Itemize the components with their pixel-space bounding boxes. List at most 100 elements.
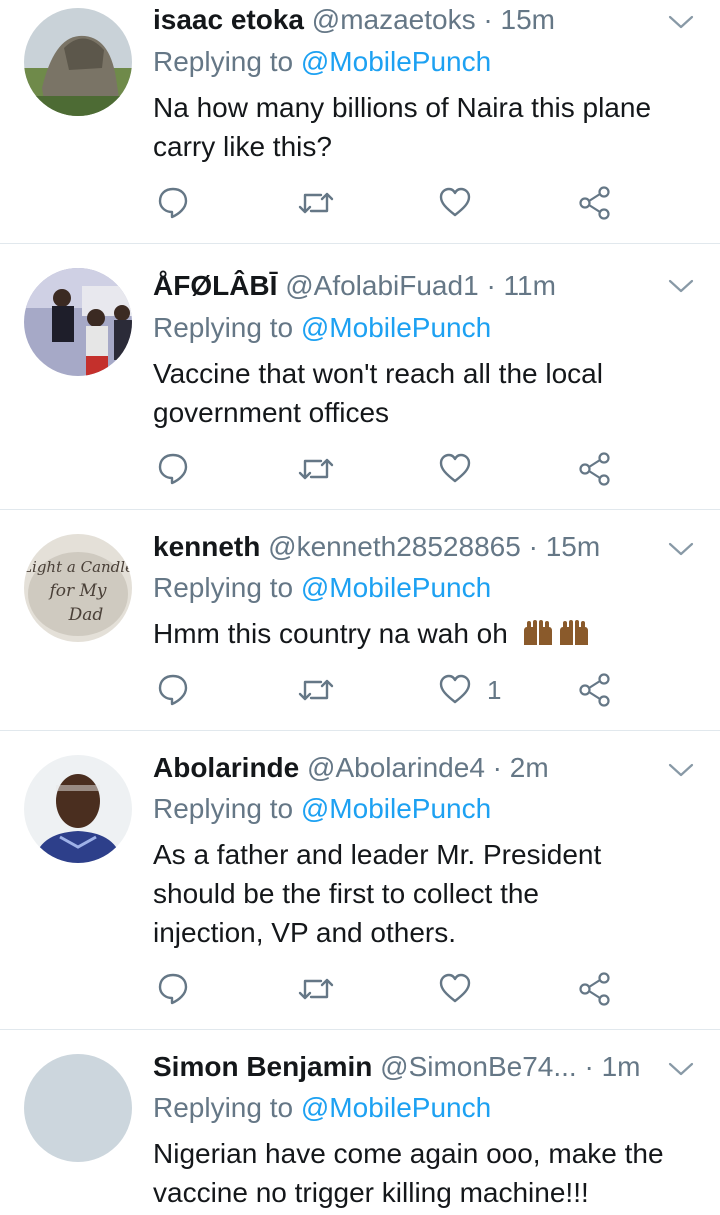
retweet-icon — [298, 192, 334, 214]
user-handle[interactable]: @kenneth28528865 — [268, 531, 521, 562]
tweet-header: isaac etoka @mazaetoks · 15m — [153, 3, 670, 37]
user-handle[interactable]: @mazaetoks — [312, 4, 476, 35]
chevron-down-icon[interactable] — [668, 539, 694, 559]
share-icon — [579, 186, 610, 220]
reply-icon — [158, 187, 188, 219]
chevron-down-icon[interactable] — [668, 760, 694, 780]
tweet-card[interactable]: Abolarinde @Abolarinde4 · 2m Replying to… — [0, 730, 720, 1030]
avatar[interactable] — [24, 1054, 132, 1162]
display-name[interactable]: Abolarinde — [153, 752, 299, 783]
retweet-icon — [298, 679, 334, 701]
reply-button[interactable] — [157, 673, 189, 707]
mention-link[interactable]: @MobilePunch — [301, 793, 491, 824]
avatar-image — [24, 8, 132, 116]
avatar[interactable]: Light a Candle for My Dad — [24, 534, 132, 642]
timestamp[interactable]: 15m — [546, 531, 600, 562]
tweet-text: Vaccine that won't reach all the local g… — [153, 354, 690, 432]
heart-icon — [439, 973, 471, 1003]
user-handle[interactable]: @Abolarinde4 — [307, 752, 485, 783]
replying-to-label: Replying to — [153, 793, 294, 824]
avatar-text: Dad — [68, 605, 104, 625]
avatar-text: for My — [47, 581, 106, 601]
tweet-card[interactable]: ÅFØLÂBĪ @AfolabiFuad1 · 11m Replying to … — [0, 243, 720, 510]
display-name[interactable]: isaac etoka — [153, 4, 304, 35]
mention-link[interactable]: @MobilePunch — [301, 572, 491, 603]
avatar-image — [24, 1054, 132, 1162]
heart-icon — [439, 674, 471, 704]
retweet-icon — [298, 458, 334, 480]
user-handle[interactable]: @SimonBe74... — [380, 1051, 577, 1082]
tweet-card[interactable]: Light a Candle for My Dad kenneth @kenne… — [0, 509, 720, 731]
timestamp[interactable]: 2m — [510, 752, 549, 783]
reply-button[interactable] — [157, 452, 189, 486]
retweet-button[interactable] — [297, 186, 335, 220]
retweet-button[interactable] — [297, 452, 335, 486]
replying-to: Replying to @MobilePunch — [153, 792, 491, 826]
mention-link[interactable]: @MobilePunch — [301, 46, 491, 77]
tweet-text-line: government offices — [153, 397, 390, 428]
chevron-down-icon[interactable] — [668, 276, 694, 296]
timestamp[interactable]: 15m — [501, 4, 555, 35]
heart-icon — [439, 453, 471, 483]
tweet-text-line: As a father and leader Mr. President — [153, 839, 602, 870]
avatar[interactable] — [24, 268, 132, 376]
raised-hands-emoji — [523, 620, 588, 645]
avatar-image: Light a Candle for My Dad — [24, 534, 132, 642]
avatar[interactable] — [24, 755, 132, 863]
avatar-text: Light a Candle — [24, 558, 132, 576]
like-button[interactable] — [438, 452, 472, 486]
tweet-header: ÅFØLÂBĪ @AfolabiFuad1 · 11m — [153, 269, 670, 303]
tweet-header: Abolarinde @Abolarinde4 · 2m — [153, 751, 670, 785]
user-handle[interactable]: @AfolabiFuad1 — [285, 270, 478, 301]
display-name[interactable]: kenneth — [153, 531, 260, 562]
share-button[interactable] — [578, 186, 612, 220]
display-name[interactable]: ÅFØLÂBĪ — [153, 270, 277, 301]
avatar-image — [24, 268, 132, 376]
like-button[interactable] — [438, 186, 472, 220]
tweet-text: Nigerian have come again ooo, make the v… — [153, 1134, 690, 1212]
share-button[interactable] — [578, 673, 612, 707]
replying-to-label: Replying to — [153, 1092, 294, 1123]
separator-dot: · — [486, 270, 496, 301]
timestamp[interactable]: 11m — [504, 270, 556, 301]
reply-icon — [158, 973, 188, 1005]
mention-link[interactable]: @MobilePunch — [301, 1092, 491, 1123]
mention-link[interactable]: @MobilePunch — [301, 312, 491, 343]
replying-to-label: Replying to — [153, 46, 294, 77]
reply-button[interactable] — [157, 186, 189, 220]
avatar[interactable] — [24, 8, 132, 116]
replying-to: Replying to @MobilePunch — [153, 571, 491, 605]
retweet-button[interactable] — [297, 972, 335, 1006]
share-icon — [579, 673, 610, 707]
share-button[interactable] — [578, 452, 612, 486]
like-button[interactable] — [438, 673, 472, 707]
like-button[interactable] — [438, 972, 472, 1006]
display-name[interactable]: Simon Benjamin — [153, 1051, 372, 1082]
share-button[interactable] — [578, 972, 612, 1006]
retweet-button[interactable] — [297, 673, 335, 707]
tweet-text-line: vaccine no trigger killing machine!!! — [153, 1177, 589, 1208]
chevron-down-icon[interactable] — [668, 1059, 694, 1079]
chevron-down-icon[interactable] — [668, 12, 694, 32]
tweet-text: Na how many billions of Naira this plane… — [153, 88, 690, 166]
action-bar — [0, 186, 720, 220]
timestamp[interactable]: 1m — [602, 1051, 641, 1082]
retweet-icon — [298, 978, 334, 1000]
tweet-text-line: Hmm this country na wah oh — [153, 618, 508, 649]
tweet-text-line: should be the first to collect the — [153, 878, 539, 909]
tweet-text: As a father and leader Mr. President sho… — [153, 835, 690, 952]
tweet-card[interactable]: Simon Benjamin @SimonBe74... · 1m Replyi… — [0, 1029, 720, 1215]
replying-to: Replying to @MobilePunch — [153, 311, 491, 345]
reply-icon — [158, 453, 188, 485]
replying-to-label: Replying to — [153, 312, 294, 343]
share-icon — [579, 972, 610, 1006]
tweet-card[interactable]: isaac etoka @mazaetoks · 15m Replying to… — [0, 0, 720, 244]
tweet-text-line: Na how many billions of Naira this plane — [153, 92, 652, 123]
action-bar — [0, 972, 720, 1006]
separator-dot: · — [528, 531, 538, 562]
reply-button[interactable] — [157, 972, 189, 1006]
like-count: 1 — [487, 675, 502, 705]
action-bar: 1 — [0, 673, 720, 707]
heart-icon — [439, 187, 471, 217]
tweet-text: Hmm this country na wah oh — [153, 614, 690, 653]
